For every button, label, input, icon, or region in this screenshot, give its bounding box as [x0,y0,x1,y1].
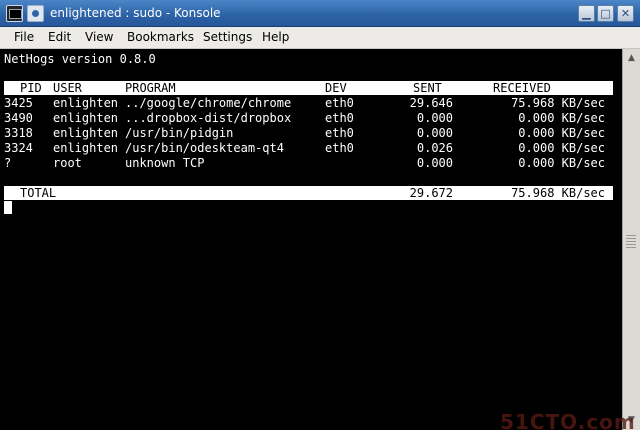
version-line: NetHogs version 0.8.0 [4,52,156,66]
header-dev: DEV [325,81,347,95]
row-program: ../google/chrome/chrome [125,96,292,110]
terminal-area[interactable]: NetHogs version 0.8.0 PID USER PROGRAM D… [0,49,622,430]
row-pid: 3318 [4,126,33,140]
row-pid: 3425 [4,96,33,110]
row-sent: 29.646 [409,96,453,110]
header-received: RECEIVED [493,81,551,95]
window-menu-icon[interactable] [27,5,44,22]
scrollbar-grip-icon[interactable] [626,235,636,249]
total-label: TOTAL [20,186,57,200]
row-program: /usr/bin/odeskteam-qt4 [125,141,284,155]
row-received: 0.000 KB/sec [518,141,605,155]
header-sent: SENT [413,81,442,95]
menu-file[interactable]: File [14,30,34,44]
row-user: enlighten [53,126,119,140]
row-sent: 0.000 [416,126,453,140]
row-user: enlighten [53,111,119,125]
row-program: /usr/bin/pidgin [125,126,234,140]
row-pid: 3490 [4,111,33,125]
watermark: 51CTO.com [500,410,636,430]
row-sent: 0.000 [416,156,453,170]
row-sent: 0.000 [416,111,453,125]
menu-view[interactable]: View [85,30,113,44]
row-sent: 0.026 [416,141,453,155]
maximize-button[interactable]: □ [597,5,614,22]
row-received: 0.000 KB/sec [518,111,605,125]
row-program: ...dropbox-dist/dropbox [125,111,292,125]
row-dev: eth0 [325,96,354,110]
row-dev: eth0 [325,111,354,125]
vertical-scrollbar[interactable]: ▲ ▼ [622,49,640,430]
menu-settings[interactable]: Settings [203,30,252,44]
terminal-cursor [4,201,12,214]
menu-bookmarks[interactable]: Bookmarks [127,30,194,44]
row-user: enlighten [53,141,119,155]
row-dev: eth0 [325,141,354,155]
terminal-app-icon[interactable] [6,5,23,22]
menu-help[interactable]: Help [262,30,289,44]
row-user: enlighten [53,96,119,110]
header-pid: PID [20,81,42,95]
close-button[interactable]: ✕ [617,5,634,22]
window-title: enlightened : sudo - Konsole [50,6,221,20]
row-pid: ? [4,156,12,170]
row-user: root [53,156,82,170]
row-program: unknown TCP [125,156,205,170]
row-pid: 3324 [4,141,33,155]
minimize-button[interactable]: ▁ [578,5,595,22]
header-program: PROGRAM [125,81,176,95]
menu-bar: File Edit View Bookmarks Settings Help [0,27,640,49]
header-user: USER [53,81,82,95]
title-bar: enlightened : sudo - Konsole ▁ □ ✕ [0,0,640,27]
total-sent: 29.672 [409,186,453,200]
total-received: 75.968 KB/sec [511,186,605,200]
menu-edit[interactable]: Edit [48,30,71,44]
row-received: 75.968 KB/sec [511,96,605,110]
scroll-up-arrow-icon[interactable]: ▲ [624,51,639,65]
row-received: 0.000 KB/sec [518,156,605,170]
row-dev: eth0 [325,126,354,140]
row-received: 0.000 KB/sec [518,126,605,140]
